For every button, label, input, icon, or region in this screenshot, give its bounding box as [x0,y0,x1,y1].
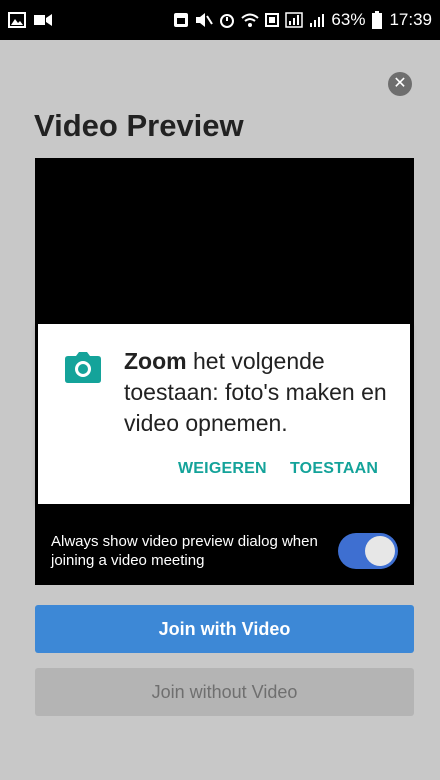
camera-icon [64,350,102,384]
toggle-knob [365,536,395,566]
mute-icon [195,12,214,28]
always-show-row: Always show video preview dialog when jo… [35,517,414,585]
join-without-video-button[interactable]: Join without Video [35,668,414,716]
gallery-icon [8,12,26,28]
always-show-label: Always show video preview dialog when jo… [51,533,318,569]
signal-icon [309,12,325,28]
network-icon [285,12,304,28]
sim-icon [173,12,189,28]
close-icon: ✕ [393,75,407,92]
wifi-icon [241,12,260,28]
alarm-icon [219,12,235,28]
video-camera-icon [34,13,52,27]
deny-button[interactable]: WEIGEREN [178,460,267,478]
always-show-toggle[interactable] [338,533,398,569]
battery-icon [371,11,383,29]
clock: 17:39 [389,10,432,29]
permission-message: Zoom het volgende toestaan: foto's maken… [124,346,394,439]
permission-dialog: Zoom het volgende toestaan: foto's maken… [38,324,410,504]
join-with-video-button[interactable]: Join with Video [35,605,414,653]
allow-button[interactable]: TOESTAAN [290,460,378,478]
cast-icon [265,13,280,27]
page-title: Video Preview [34,108,244,143]
close-button[interactable]: ✕ [388,72,412,96]
app-name: Zoom [124,348,187,374]
status-bar: 63% 17:39 [0,0,440,40]
battery-percent: 63% [331,10,366,29]
